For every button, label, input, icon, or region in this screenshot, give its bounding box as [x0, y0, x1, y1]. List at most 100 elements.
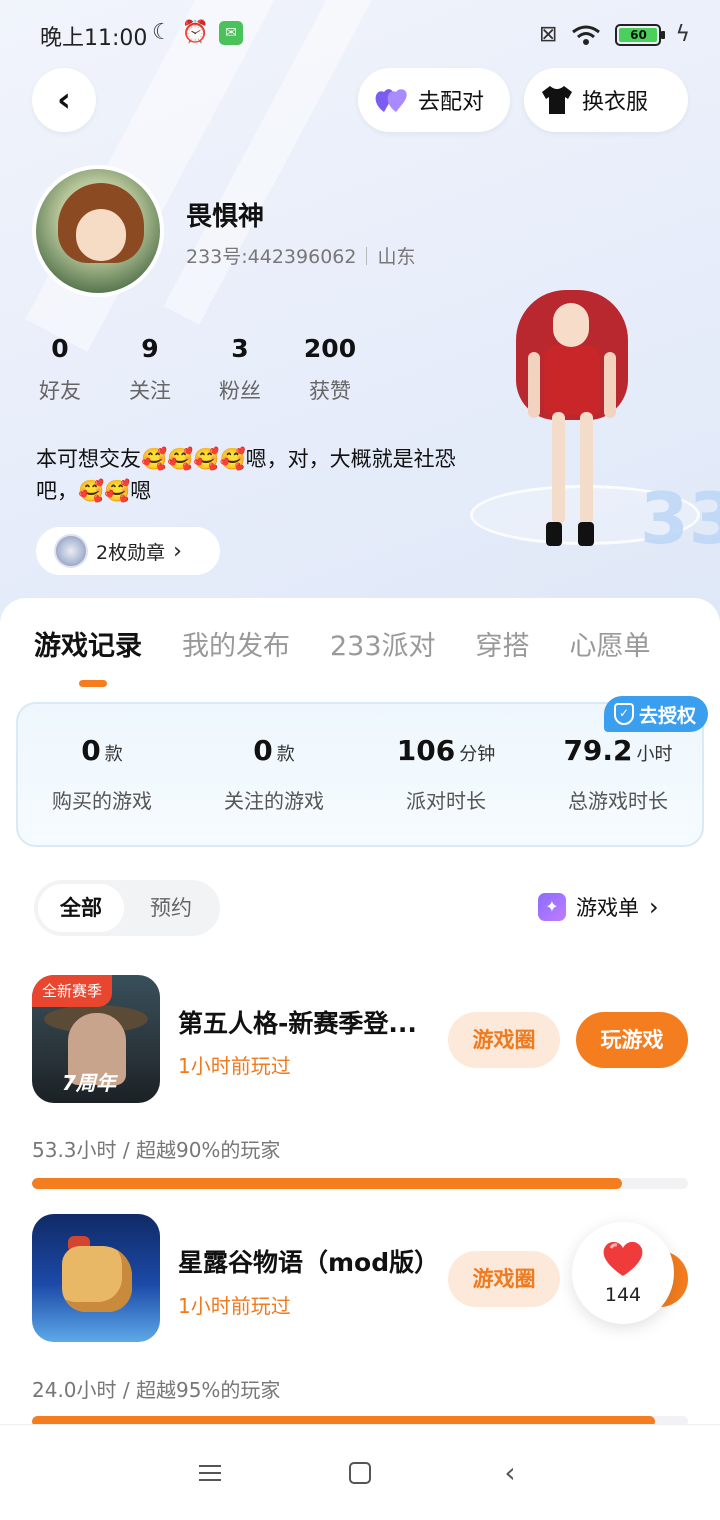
last-played: 1小时前玩过	[178, 1054, 291, 1078]
playtime-progress	[32, 1178, 688, 1189]
tab-my-posts[interactable]: 我的发布	[182, 624, 290, 663]
play-game-button[interactable]: 玩游戏	[576, 1012, 688, 1068]
game-icon-identity-v[interactable]: 全新赛季 7周年	[32, 975, 160, 1103]
chevron-left-icon: ‹	[56, 80, 71, 120]
status-icons-right: ⊠ 60 ϟ	[539, 22, 690, 48]
stat-value: 0款	[16, 734, 188, 767]
status-icons-left: ☾ ⏰ ✉	[152, 20, 244, 46]
character-shoe	[578, 522, 594, 546]
wechat-icon: ✉	[219, 21, 244, 45]
tab-wishlist[interactable]: 心愿单	[570, 624, 651, 663]
game-circle-button[interactable]: 游戏圈	[448, 1012, 560, 1068]
character-arm	[604, 352, 616, 418]
stat-label: 关注	[129, 379, 171, 403]
double-heart-icon	[375, 89, 407, 112]
filter-reserved[interactable]: 预约	[128, 884, 214, 932]
stat-followed-games[interactable]: 0款 关注的游戏	[188, 734, 360, 814]
stat-label: 关注的游戏	[224, 789, 324, 813]
system-back-button[interactable]: ‹	[490, 1459, 530, 1489]
filter-all[interactable]: 全部	[38, 884, 124, 932]
stat-purchased-games[interactable]: 0款 购买的游戏	[16, 734, 188, 814]
avatar-face	[76, 209, 126, 261]
medal-icon	[54, 534, 88, 568]
character-dress	[544, 345, 600, 415]
nickname: 畏惧神	[186, 202, 265, 232]
new-season-tag: 全新赛季	[32, 975, 113, 1007]
avatar[interactable]	[32, 165, 164, 297]
game-circle-button[interactable]: 游戏圈	[448, 1251, 560, 1307]
heart-icon	[603, 1241, 643, 1276]
change-outfit-button[interactable]: 换衣服	[524, 68, 688, 132]
like-floating-button[interactable]: 144	[572, 1222, 674, 1324]
sparkle-icon: ✦	[538, 893, 566, 921]
game-art-chicken	[62, 1246, 132, 1312]
value: 79.2	[563, 734, 633, 767]
character-arm	[528, 352, 540, 418]
system-nav-bar: ‹	[0, 1424, 720, 1520]
chevron-right-icon: ›	[173, 538, 182, 564]
alarm-icon: ⏰	[181, 20, 210, 45]
stat-likes[interactable]: 200 获赞	[300, 334, 390, 405]
chevron-right-icon: ›	[649, 893, 659, 921]
tab-outfits[interactable]: 穿搭	[476, 624, 530, 663]
charging-icon: ϟ	[675, 22, 690, 47]
playtime-meta: 53.3小时 / 超越90%的玩家	[32, 1138, 281, 1162]
battery-cap	[661, 31, 666, 39]
character-shoe	[546, 522, 562, 546]
stat-following[interactable]: 9 关注	[120, 334, 210, 405]
game-list-link[interactable]: ✦ 游戏单 ›	[538, 892, 659, 922]
outfit-label: 换衣服	[582, 90, 649, 115]
stat-friends[interactable]: 0 好友	[30, 334, 120, 405]
battery-level: 60	[619, 28, 658, 42]
stat-fans[interactable]: 3 粉丝	[210, 334, 300, 405]
stat-value: 9	[141, 334, 159, 363]
chevron-left-icon: ‹	[504, 1456, 516, 1489]
game-title[interactable]: 星露谷物语（mod版）	[178, 1243, 458, 1279]
stat-total-playtime[interactable]: 79.2 小时 总游戏时长	[532, 734, 704, 814]
bio: 本可想交友🥰🥰🥰🥰嗯，对，大概就是社恐吧，🥰🥰嗯	[36, 447, 456, 503]
battery-icon: 60	[615, 24, 666, 46]
last-played: 1小时前玩过	[178, 1294, 291, 1318]
stage-number: 33	[640, 478, 720, 560]
value: 0	[81, 734, 101, 767]
playtime-meta: 24.0小时 / 超越95%的玩家	[32, 1378, 281, 1402]
unit: 小时	[636, 744, 673, 765]
stat-value: 106 分钟	[360, 734, 532, 767]
unit: 款	[276, 744, 295, 765]
home-button[interactable]	[340, 1459, 380, 1489]
unit: 款	[104, 744, 123, 765]
progress-fill	[32, 1178, 623, 1189]
value: 106	[396, 734, 456, 767]
stat-party-duration[interactable]: 106 分钟 派对时长	[360, 734, 532, 814]
stat-label: 派对时长	[406, 789, 486, 813]
stat-label: 好友	[39, 379, 81, 403]
stat-label: 粉丝	[219, 379, 261, 403]
recent-apps-button[interactable]	[190, 1459, 230, 1489]
medals-button[interactable]: 2枚勋章 ›	[36, 527, 220, 575]
account-id: 233号:442396062	[186, 246, 357, 268]
back-button[interactable]: ‹	[32, 68, 96, 132]
game-list-label: 游戏单	[576, 896, 639, 920]
shield-check-icon: ✓	[614, 703, 634, 725]
shirt-icon	[542, 86, 572, 114]
pair-label: 去配对	[418, 90, 485, 115]
authorize-button[interactable]: ✓ 去授权	[604, 696, 709, 732]
character-leg	[580, 412, 593, 524]
moon-icon: ☾	[152, 20, 172, 45]
active-tab-indicator	[79, 680, 107, 687]
home-icon	[349, 1462, 371, 1484]
menu-icon	[199, 1465, 221, 1481]
tab-233-party[interactable]: 233派对	[330, 624, 436, 663]
character-leg	[552, 412, 565, 524]
pair-button[interactable]: 去配对	[358, 68, 510, 132]
authorize-label: 去授权	[639, 704, 697, 727]
game-title[interactable]: 第五人格-新赛季登...	[178, 1004, 446, 1040]
game-icon-stardew-valley[interactable]	[32, 1214, 160, 1342]
status-bar: 晚上11:00 ☾ ⏰ ✉ ⊠ 60 ϟ	[0, 0, 720, 70]
unit: 分钟	[459, 744, 496, 765]
region: 山东	[377, 246, 416, 268]
sim-off-icon: ⊠	[539, 22, 558, 47]
profile-stats: 0 好友 9 关注 3 粉丝 200 获赞	[30, 334, 390, 405]
stat-value: 79.2 小时	[532, 734, 704, 767]
tab-game-records[interactable]: 游戏记录	[34, 624, 142, 663]
